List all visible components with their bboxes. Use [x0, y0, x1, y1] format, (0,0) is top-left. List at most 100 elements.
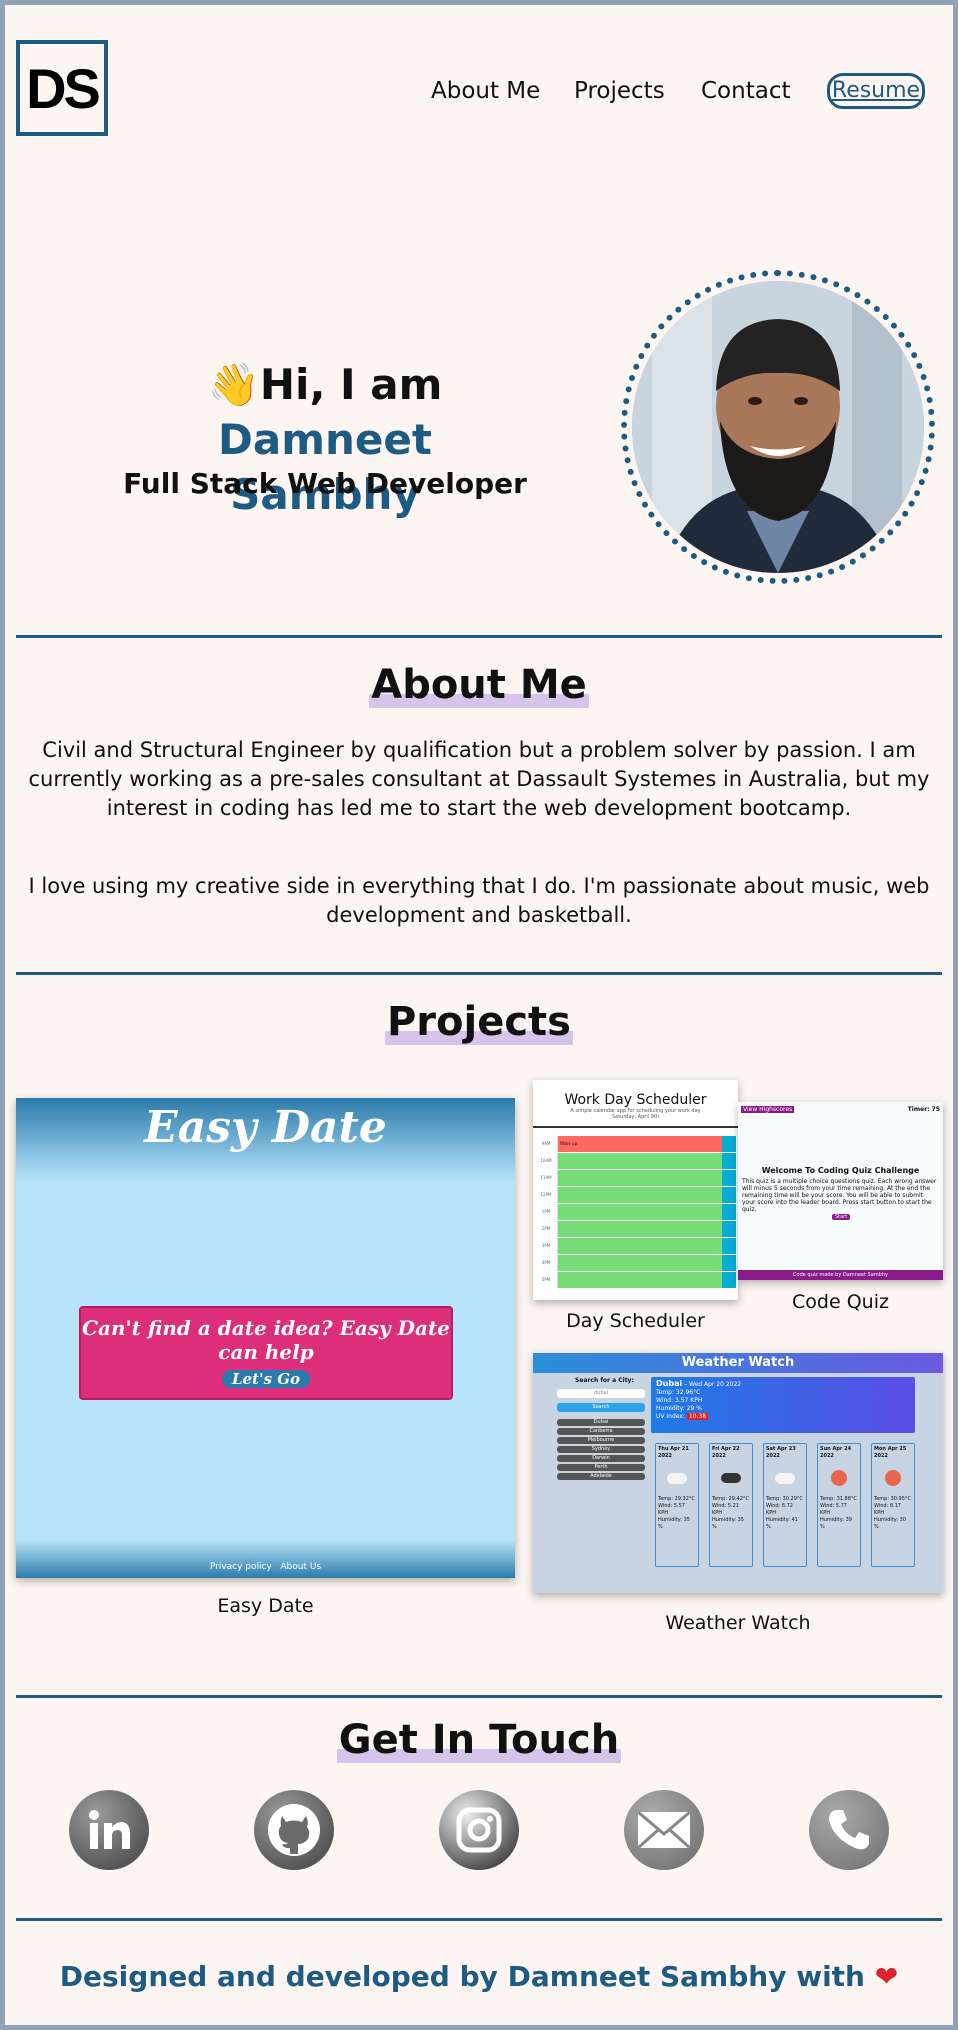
- scheduler-save-button[interactable]: [722, 1187, 736, 1203]
- scheduler-task[interactable]: [558, 1221, 722, 1237]
- portrait-illustration: [632, 281, 924, 573]
- caption-day-scheduler: Day Scheduler: [566, 1310, 705, 1332]
- caption-code-quiz: Code Quiz: [792, 1291, 889, 1313]
- city-button[interactable]: Adelaide: [557, 1473, 645, 1480]
- about-us-link[interactable]: About Us: [280, 1562, 321, 1572]
- scheduler-save-button[interactable]: [722, 1136, 736, 1152]
- project-weather-watch[interactable]: Weather Watch Search for a City: dubai S…: [533, 1353, 943, 1593]
- project-day-scheduler[interactable]: Work Day Scheduler A simple calendar app…: [533, 1080, 738, 1300]
- weather-current-panel: Dubai – Wed Apr 20 2022 Temp: 32.96°C Wi…: [651, 1377, 915, 1433]
- forecast-date: Fri Apr 22 2022: [712, 1446, 740, 1459]
- weather-forecast-row: Thu Apr 21 2022 Temp: 29.32°C Wind: 5.57 K…: [655, 1443, 925, 1569]
- scheduler-row: 3PM: [535, 1238, 736, 1255]
- cloud-dark-icon: [712, 1460, 750, 1496]
- scheduler-hour: 3PM: [535, 1238, 558, 1254]
- city-button[interactable]: Perth: [557, 1464, 645, 1471]
- phone-icon[interactable]: [809, 1790, 889, 1870]
- easy-date-footer: Privacy policy About Us: [16, 1540, 515, 1578]
- quiz-start-button[interactable]: Start: [832, 1214, 851, 1220]
- forecast-temp: Temp: 29.32°C: [658, 1496, 695, 1502]
- caption-weather-watch: Weather Watch: [665, 1612, 811, 1634]
- scheduler-hour: 5PM: [535, 1272, 558, 1288]
- scheduler-task[interactable]: [558, 1238, 722, 1254]
- scheduler-task[interactable]: [558, 1272, 722, 1288]
- quiz-body: This quiz is a multiple choice questions…: [742, 1178, 937, 1213]
- linkedin-icon[interactable]: [69, 1790, 149, 1870]
- scheduler-task[interactable]: [558, 1187, 722, 1203]
- city-button[interactable]: Melbourne: [557, 1437, 645, 1444]
- email-icon[interactable]: [624, 1790, 704, 1870]
- scheduler-hour: 11AM: [535, 1170, 558, 1186]
- scheduler-save-button[interactable]: [722, 1238, 736, 1254]
- scheduler-task[interactable]: Wake up: [558, 1136, 722, 1152]
- nav-about-me[interactable]: About Me: [431, 78, 540, 104]
- forecast-humidity: Humidity: 39 %: [820, 1517, 852, 1530]
- projects-heading: Projects: [384, 999, 573, 1045]
- sun-icon: [874, 1460, 912, 1496]
- weather-header: Weather Watch: [533, 1353, 943, 1373]
- scheduler-hour: 2PM: [535, 1221, 558, 1237]
- weather-search-input[interactable]: dubai: [557, 1389, 645, 1398]
- scheduler-save-button[interactable]: [722, 1272, 736, 1288]
- city-button[interactable]: Darwin: [557, 1455, 645, 1462]
- footer-credit: Designed and developed by Damneet Sambhy…: [5, 1960, 953, 1993]
- view-highscores-link[interactable]: View Highscores: [741, 1106, 795, 1113]
- hero-name-first: Damneet: [218, 415, 432, 464]
- current-date: Wed Apr 20 2022: [689, 1381, 742, 1388]
- city-button[interactable]: Canberra: [557, 1428, 645, 1435]
- github-icon[interactable]: [254, 1790, 334, 1870]
- city-button[interactable]: Sydney: [557, 1446, 645, 1453]
- scheduler-task[interactable]: [558, 1255, 722, 1271]
- project-code-quiz[interactable]: View Highscores Timer: 75 Welcome To Cod…: [738, 1102, 943, 1280]
- forecast-temp: Temp: 30.29°C: [766, 1496, 803, 1502]
- scheduler-task[interactable]: [558, 1153, 722, 1169]
- forecast-wind: Wind: 8.17 KPH: [874, 1503, 901, 1516]
- scheduler-hour: 10AM: [535, 1153, 558, 1169]
- scheduler-row: 11AM: [535, 1170, 736, 1187]
- scheduler-task[interactable]: [558, 1170, 722, 1186]
- section-divider: [16, 635, 942, 638]
- section-divider: [16, 972, 942, 975]
- weather-search-button[interactable]: Search: [557, 1403, 645, 1412]
- scheduler-divider: [533, 1126, 738, 1128]
- lets-go-button[interactable]: Let's Go: [221, 1370, 311, 1388]
- forecast-wind: Wind: 6.72 KPH: [766, 1503, 793, 1516]
- project-easy-date[interactable]: Easy Date Can't find a date idea? Easy D…: [16, 1098, 515, 1578]
- scheduler-save-button[interactable]: [722, 1153, 736, 1169]
- easy-date-card-text: Can't find a date idea? Easy Date can he…: [82, 1316, 450, 1364]
- instagram-icon[interactable]: [439, 1790, 519, 1870]
- scheduler-row: 1PM: [535, 1204, 736, 1221]
- scheduler-task[interactable]: [558, 1204, 722, 1220]
- scheduler-save-button[interactable]: [722, 1221, 736, 1237]
- city-button[interactable]: Dubai: [557, 1419, 645, 1426]
- scheduler-title: Work Day Scheduler: [564, 1092, 707, 1108]
- scheduler-hour: 9AM: [535, 1136, 558, 1152]
- forecast-card: Sun Apr 24 2022 Temp: 31.88°C Wind: 5.77 K…: [817, 1443, 861, 1567]
- quiz-heading: Welcome To Coding Quiz Challenge: [761, 1166, 920, 1175]
- hero-subtitle: Full Stack Web Developer: [123, 467, 527, 500]
- logo[interactable]: DS: [16, 40, 108, 136]
- scheduler-save-button[interactable]: [722, 1204, 736, 1220]
- forecast-humidity: Humidity: 35 %: [712, 1517, 744, 1530]
- scheduler-save-button[interactable]: [722, 1255, 736, 1271]
- wave-emoji-icon: 👋: [207, 360, 260, 409]
- nav-contact[interactable]: Contact: [701, 78, 790, 104]
- forecast-card: Thu Apr 21 2022 Temp: 29.32°C Wind: 5.57 K…: [655, 1443, 699, 1567]
- scheduler-date: Saturday, April 9th: [611, 1114, 660, 1120]
- privacy-policy-link[interactable]: Privacy policy: [210, 1562, 272, 1572]
- forecast-card: Sat Apr 23 2022 Temp: 30.29°C Wind: 6.72 K…: [763, 1443, 807, 1567]
- about-paragraph-2: I love using my creative side in everyth…: [28, 874, 930, 927]
- resume-button[interactable]: Resume: [827, 73, 925, 109]
- easy-date-header: Easy Date: [16, 1098, 515, 1182]
- forecast-wind: Wind: 5.57 KPH: [658, 1503, 685, 1516]
- scheduler-save-button[interactable]: [722, 1170, 736, 1186]
- profile-photo: [632, 281, 924, 573]
- easy-date-card: Can't find a date idea? Easy Date can he…: [79, 1306, 453, 1400]
- section-divider: [16, 1695, 942, 1698]
- scheduler-hour: 1PM: [535, 1204, 558, 1220]
- forecast-date: Mon Apr 25 2022: [874, 1446, 907, 1459]
- weather-city-list: Dubai Canberra Melbourne Sydney Darwin Perth A…: [557, 1419, 645, 1482]
- nav-projects[interactable]: Projects: [574, 78, 665, 104]
- forecast-date: Sun Apr 24 2022: [820, 1446, 852, 1459]
- sun-icon: [820, 1460, 858, 1496]
